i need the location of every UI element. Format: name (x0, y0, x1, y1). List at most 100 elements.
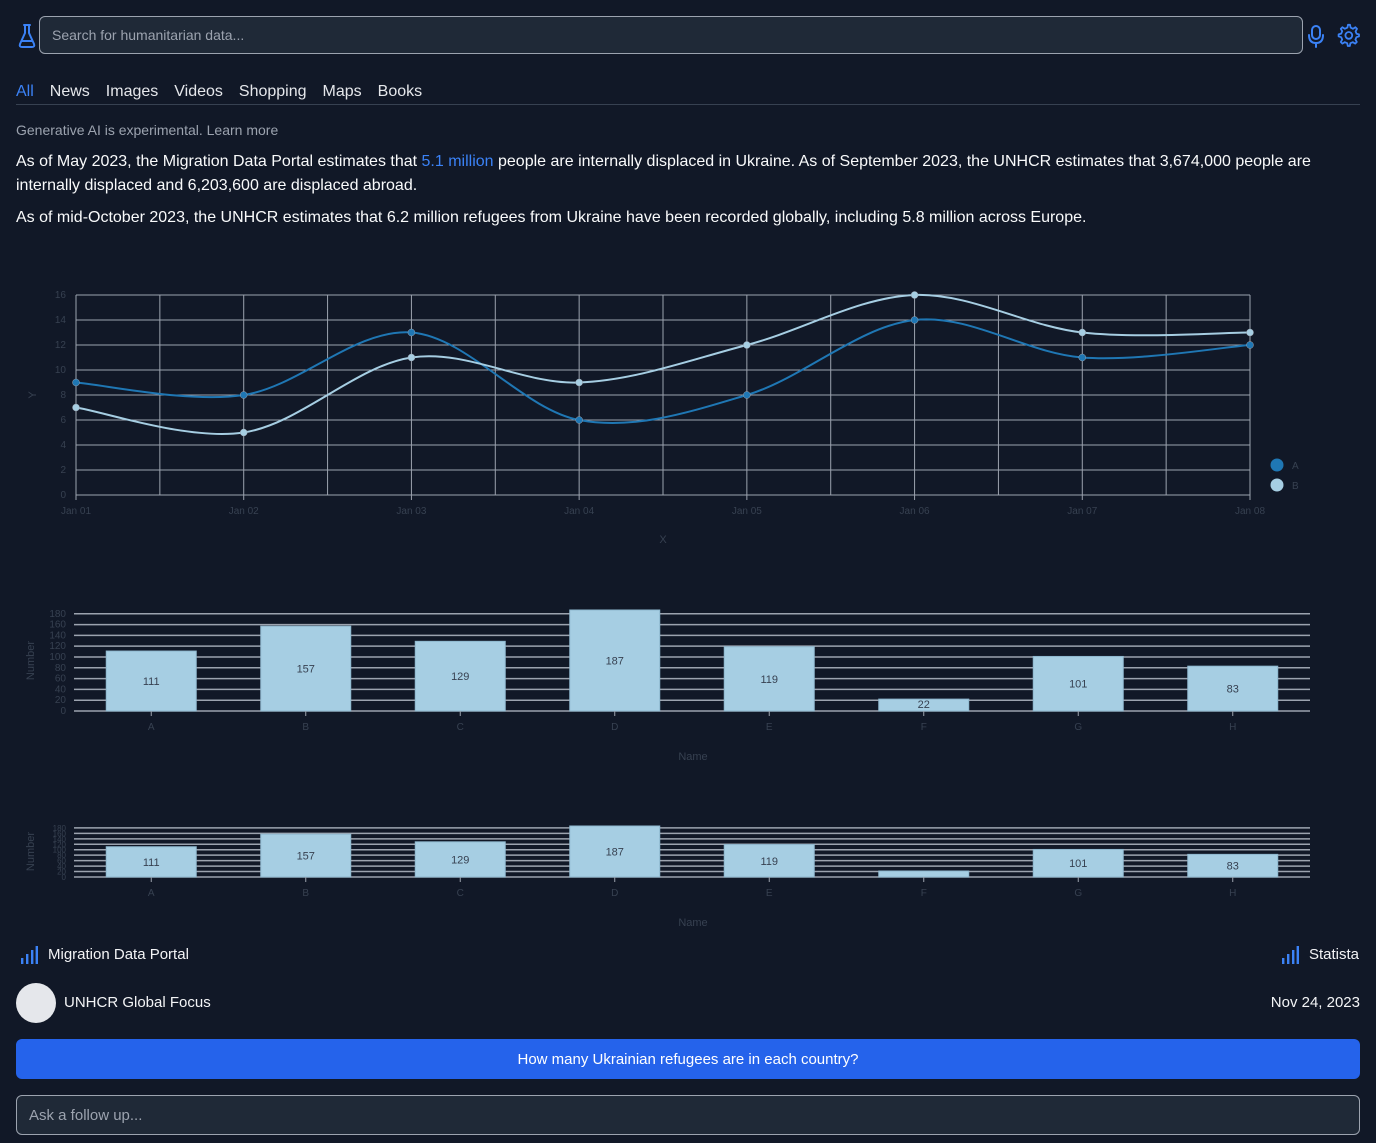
tab-videos[interactable]: Videos (174, 82, 223, 104)
bar-f (878, 870, 970, 878)
answer-paragraph-1: As of May 2023, the Migration Data Porta… (16, 150, 1336, 198)
bar-value-label: 101 (1069, 858, 1087, 870)
bar-value-label: 83 (1227, 684, 1239, 696)
data-point (575, 378, 583, 387)
followup-input[interactable] (16, 1095, 1360, 1135)
search-input[interactable] (39, 16, 1303, 54)
y-tick-label: 20 (55, 695, 67, 706)
citation-link[interactable]: 5.1 million (422, 153, 494, 170)
x-tick-label: B (302, 722, 309, 733)
x-tick-label: H (1229, 888, 1236, 899)
y-tick-label: 180 (49, 609, 66, 620)
mic-icon[interactable] (1306, 24, 1326, 48)
y-tick-label: 0 (60, 706, 66, 717)
y-tick-label: 8 (60, 390, 66, 401)
bar-value-label: 119 (760, 674, 778, 686)
source-link-migration-data-portal[interactable]: Migration Data Portal (48, 946, 189, 963)
data-point (910, 291, 919, 299)
bar-value-label: 187 (606, 656, 624, 668)
data-point (743, 391, 751, 399)
legend-marker (1270, 478, 1284, 492)
y-tick-label: 100 (49, 652, 66, 663)
x-tick-label: A (148, 888, 155, 899)
data-point (407, 353, 416, 362)
tab-bar: All News Images Videos Shopping Maps Boo… (16, 82, 1360, 105)
tab-books[interactable]: Books (378, 82, 422, 104)
data-point (407, 328, 416, 337)
bar-value-label: 22 (918, 699, 930, 711)
bar-value-label: 157 (297, 851, 315, 863)
bar-chart-icon (1282, 946, 1299, 964)
y-tick-label: 120 (49, 641, 66, 652)
data-point (1246, 328, 1254, 337)
y-tick-label: 4 (60, 440, 66, 451)
y-tick-label: 14 (55, 315, 67, 326)
x-tick-label: E (766, 888, 773, 899)
answer-text: As of May 2023, the Migration Data Porta… (16, 153, 422, 170)
tab-maps[interactable]: Maps (323, 82, 362, 104)
x-axis-label: Name (678, 917, 707, 929)
tab-news[interactable]: News (50, 82, 90, 104)
ai-disclaimer[interactable]: Generative AI is experimental. Learn mor… (16, 122, 278, 138)
x-tick-label: Jan 07 (1067, 506, 1097, 517)
x-tick-label: E (766, 722, 773, 733)
data-point (72, 378, 80, 387)
y-tick-label: 0 (60, 490, 66, 501)
y-axis-label: Number (25, 641, 37, 680)
bar-value-label: 129 (451, 671, 469, 683)
bar-value-label: 129 (451, 854, 469, 866)
y-tick-label: 60 (55, 674, 67, 685)
data-point (239, 391, 248, 399)
data-point (743, 341, 751, 349)
bar-value-label: 119 (760, 856, 778, 868)
x-axis-label: X (659, 534, 667, 546)
y-axis-label: Y (27, 391, 39, 399)
bar-value-label: 157 (297, 664, 315, 676)
flask-icon[interactable] (16, 22, 38, 50)
source-link-statista[interactable]: Statista (1309, 946, 1359, 963)
answer-paragraph-2: As of mid-October 2023, the UNHCR estima… (16, 209, 1087, 226)
x-tick-label: Jan 03 (396, 506, 426, 517)
x-axis-label: Name (678, 751, 707, 763)
data-point (239, 428, 248, 437)
x-tick-label: A (148, 722, 155, 733)
bar-value-label: 187 (606, 847, 624, 859)
y-tick-label: 16 (55, 290, 67, 301)
data-point (1246, 341, 1254, 349)
y-tick-label: 6 (60, 415, 66, 426)
x-tick-label: C (457, 888, 464, 899)
x-tick-label: F (921, 888, 927, 899)
bar-value-label: 83 (1227, 861, 1239, 873)
x-tick-label: B (302, 888, 309, 899)
y-tick-label: 160 (49, 620, 66, 631)
data-point (575, 416, 583, 424)
bar-chart-icon (21, 946, 38, 964)
x-tick-label: Jan 08 (1235, 506, 1265, 517)
bar-chart: 020406080100120140160180111A157B129C187D… (25, 824, 1310, 929)
x-tick-label: Jan 04 (564, 506, 594, 517)
publisher-name[interactable]: UNHCR Global Focus (64, 994, 211, 1011)
data-point (910, 316, 919, 324)
data-point (1078, 328, 1087, 337)
legend-label: B (1292, 481, 1299, 492)
x-tick-label: Jan 02 (229, 506, 259, 517)
x-tick-label: Jan 05 (732, 506, 762, 517)
suggested-question-button[interactable]: How many Ukrainian refugees are in each … (16, 1039, 1360, 1079)
gear-icon[interactable] (1336, 23, 1360, 47)
x-tick-label: H (1229, 722, 1236, 733)
y-tick-label: 2 (60, 465, 66, 476)
tab-shopping[interactable]: Shopping (239, 82, 307, 104)
x-tick-label: D (611, 888, 618, 899)
tab-images[interactable]: Images (106, 82, 158, 104)
data-point (1078, 353, 1087, 362)
x-tick-label: F (921, 722, 927, 733)
legend-marker (1270, 458, 1284, 472)
bar-value-label: 111 (143, 857, 160, 869)
x-tick-label: Jan 06 (900, 506, 930, 517)
tab-all[interactable]: All (16, 82, 34, 104)
data-point (72, 403, 80, 412)
publish-date: Nov 24, 2023 (1270, 994, 1360, 1011)
x-tick-label: D (611, 722, 618, 733)
x-tick-label: G (1074, 722, 1082, 733)
x-tick-label: C (457, 722, 464, 733)
